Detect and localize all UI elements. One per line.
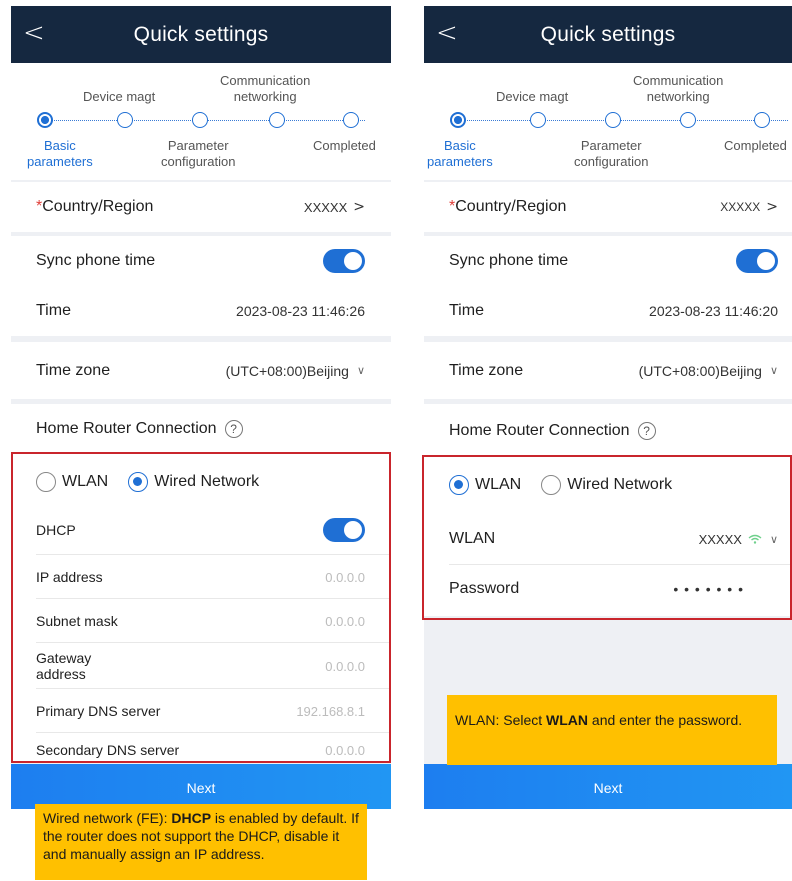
step-dot-param [605,112,621,128]
note-bold: DHCP [171,810,212,826]
step-label-completed: Completed [313,138,376,153]
step-dot-completed [754,112,770,128]
step-label-basic: Basic parameters [27,138,93,169]
chevron-right-icon: > [353,199,365,215]
step-dot-comm [680,112,696,128]
note-text: Wired network (FE): [43,810,172,826]
note-bold: WLAN [546,712,589,728]
timezone-value: (UTC+08:00)Beijing [225,362,349,379]
time-label: Time [449,302,484,319]
country-value: XXXXX [303,199,348,215]
sync-toggle[interactable] [736,249,778,273]
note-text: and enter the password. [588,712,743,728]
back-chevron-icon[interactable]: < [436,20,458,46]
annotation-note: Wired network (FE): DHCP is enabled by d… [35,804,367,880]
back-chevron-icon[interactable]: < [23,20,45,46]
sync-label: Sync phone time [449,252,569,269]
help-icon[interactable]: ? [224,419,243,438]
time-label: Time [36,302,71,319]
next-button[interactable]: Next [424,764,792,809]
note-text: WLAN: Select [455,712,547,728]
timezone-row[interactable]: Time zone (UTC+08:00)Beijing ∨ [424,342,792,399]
sync-row: Sync phone time [424,236,792,286]
timezone-card: Time zone (UTC+08:00)Beijing ∨ [424,342,792,399]
highlight-box [11,452,391,763]
router-label: Home Router Connection [36,420,217,438]
country-value: XXXXX [720,200,761,214]
country-label: Country/Region [42,198,154,215]
progress-stepper: Basic parameters Device magt Parameter c… [424,63,792,180]
step-label-comm: Communication networking [633,73,724,104]
step-dot-param [192,112,208,128]
time-card: Sync phone time Time 2023-08-23 11:46:20 [424,236,792,336]
page-title: Quick settings [540,22,676,46]
time-row: Time 2023-08-23 11:46:26 [11,286,391,336]
step-label-basic: Basic parameters [427,138,493,169]
country-row[interactable]: *Country/Region XXXXX > [424,182,792,232]
sync-toggle[interactable] [323,249,365,273]
phone-screen-wlan: < Quick settings Basic parameters Device… [424,6,792,809]
router-label: Home Router Connection [449,422,630,440]
step-dot-completed [343,112,359,128]
timezone-value: (UTC+08:00)Beijing [638,362,762,379]
annotation-note: WLAN: Select WLAN and enter the password… [447,695,777,765]
next-button[interactable]: Next [11,764,391,809]
timezone-label: Time zone [36,361,111,379]
step-label-param: Parameter configuration [574,138,649,169]
step-label-completed: Completed [724,138,787,153]
step-label-param: Parameter configuration [161,138,236,169]
app-header: < Quick settings [11,6,391,63]
time-value: 2023-08-23 11:46:20 [649,303,778,319]
time-card: Sync phone time Time 2023-08-23 11:46:26 [11,236,391,336]
chevron-right-icon: > [766,199,778,215]
step-label-device: Device magt [83,89,156,104]
progress-stepper: Basic parameters Device magt Parameter c… [11,63,391,180]
help-icon[interactable]: ? [637,421,656,440]
step-dot-device [117,112,133,128]
stepper-line [458,120,788,121]
app-header: < Quick settings [424,6,792,63]
country-card: *Country/Region XXXXX > [424,182,792,232]
step-label-device: Device magt [496,89,569,104]
step-label-comm: Communication networking [220,73,311,104]
router-header-row: Home Router Connection? [11,404,391,454]
chevron-down-icon: ∨ [356,364,365,377]
sync-row: Sync phone time [11,236,391,286]
router-header-row: Home Router Connection? [424,404,792,458]
timezone-row[interactable]: Time zone (UTC+08:00)Beijing ∨ [11,342,391,399]
highlight-box [422,455,792,620]
country-row[interactable]: *Country/Region XXXXX > [11,182,391,232]
page-title: Quick settings [133,22,269,46]
step-dot-comm [269,112,285,128]
time-value: 2023-08-23 11:46:26 [236,303,365,319]
step-dot-basic [37,112,53,128]
timezone-label: Time zone [449,361,524,379]
sync-label: Sync phone time [36,252,156,269]
step-dot-device [530,112,546,128]
chevron-down-icon: ∨ [769,364,778,377]
country-label: Country/Region [455,198,567,215]
timezone-card: Time zone (UTC+08:00)Beijing ∨ [11,342,391,399]
time-row: Time 2023-08-23 11:46:20 [424,286,792,336]
country-card: *Country/Region XXXXX > [11,182,391,232]
step-dot-basic [450,112,466,128]
